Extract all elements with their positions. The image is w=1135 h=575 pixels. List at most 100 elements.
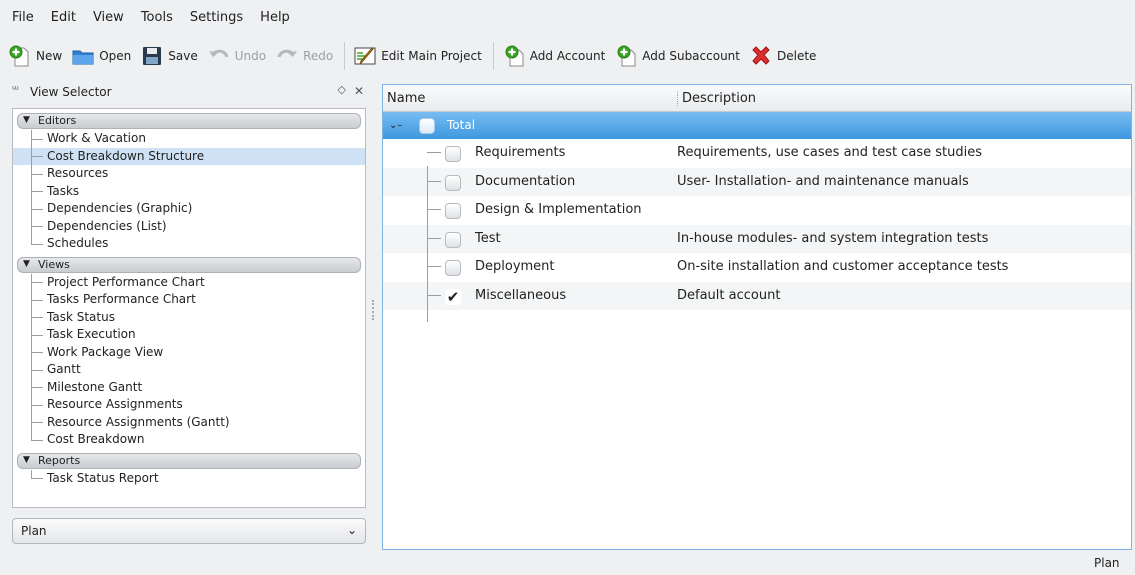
column-header-name[interactable]: Name [387,91,425,106]
toolbar: New Open Save Undo Redo Edit Main Projec… [8,38,1128,74]
view-item[interactable]: Resource Assignments [13,396,365,414]
view-item[interactable]: Cost Breakdown [13,431,365,449]
view-item[interactable]: Schedules [13,235,365,253]
menu-settings[interactable]: Settings [190,10,243,25]
undo-button[interactable]: Undo [207,44,266,68]
view-selector-title: View Selector [30,85,112,99]
row-description: In-house modules- and system integration… [677,230,989,246]
redo-button[interactable]: Redo [275,44,333,68]
row-checkbox[interactable] [445,260,461,276]
undo-icon [207,44,231,68]
pane-splitter-handle[interactable] [372,300,377,320]
plan-combobox[interactable]: Plan ⌄ [12,518,366,544]
row-name: Test [475,230,501,246]
open-button[interactable]: Open [71,44,131,68]
tree-connector-line [427,152,441,153]
row-name: Requirements [475,145,566,160]
view-selector-panel: ᵚ View Selector ◇ ✕ ▼ Editors Work & Vaca… [10,80,368,550]
row-checkbox[interactable] [445,146,461,162]
new-document-icon [8,44,32,68]
collapse-panel-icon[interactable]: ᵚ [12,83,19,96]
view-selector-titlebar: ᵚ View Selector ◇ ✕ [10,80,368,104]
table-row[interactable]: Test In-house modules- and system integr… [383,224,1131,253]
add-subaccount-button[interactable]: Add Subaccount [614,44,740,68]
table-body: ⌄– Total Requirements Requirements, use … [383,112,1131,322]
status-bar-text: Plan [1094,556,1120,570]
chevron-down-icon: ▼ [23,454,30,465]
view-selector-tree: ▼ Editors Work & Vacation Cost Breakdown … [12,108,366,508]
group-views[interactable]: ▼ Views [17,256,361,273]
close-panel-icon[interactable]: ✕ [354,84,364,98]
row-description: User- Installation- and maintenance manu… [677,173,969,189]
row-description: On-site installation and customer accept… [677,259,1009,274]
tree-connector-line [427,181,441,182]
tree-connector-line [427,209,441,210]
table-row[interactable]: Design & Implementation [383,196,1131,225]
view-item[interactable]: Work Package View [13,343,365,362]
new-button-label: New [36,49,63,63]
view-item[interactable]: Resources [13,165,365,183]
view-item[interactable]: Milestone Gantt [13,378,365,397]
group-editors[interactable]: ▼ Editors [17,113,361,129]
new-button[interactable]: New [8,44,62,68]
view-item[interactable]: Tasks [13,182,365,201]
menu-help[interactable]: Help [260,10,290,25]
menu-file[interactable]: File [12,10,34,25]
tree-connector-line [427,266,441,267]
add-account-label: Add Account [529,49,606,63]
row-checkbox[interactable] [445,174,461,191]
table-row-root[interactable]: ⌄– Total [383,112,1131,139]
delete-cross-icon [749,44,773,68]
chevron-down-icon[interactable]: ⌄– [389,112,402,139]
view-item-selected[interactable]: Cost Breakdown Structure [13,147,365,165]
table-row[interactable]: ✔ Miscellaneous Default account [383,281,1131,310]
view-item[interactable]: Dependencies (Graphic) [13,200,365,218]
group-label: Views [38,257,70,271]
row-checkbox-checked[interactable]: ✔ [445,288,461,305]
table-row[interactable]: Deployment On-site installation and cust… [383,253,1131,282]
view-item[interactable]: Gantt [13,361,365,379]
column-header-description[interactable]: Description [677,90,756,106]
edit-main-project-label: Edit Main Project [381,49,482,63]
delete-button[interactable]: Delete [749,44,816,68]
toolbar-separator [492,42,494,70]
view-item[interactable]: Task Execution [13,326,365,344]
view-item[interactable]: Task Status [13,308,365,327]
tree-connector-line [427,166,428,322]
row-checkbox[interactable] [419,118,435,134]
group-reports[interactable]: ▼ Reports [17,452,361,469]
menubar: File Edit View Tools Settings Help [0,0,1135,34]
group-label: Reports [38,453,81,467]
edit-main-project-button[interactable]: Edit Main Project [353,44,482,68]
accounts-tree-table: Name Description ⌄– Total Requirements R… [382,84,1132,550]
table-row[interactable]: Requirements Requirements, use cases and… [383,139,1131,168]
menu-tools[interactable]: Tools [141,10,173,25]
tree-connector-line [427,295,441,296]
view-item[interactable]: Tasks Performance Chart [13,291,365,309]
row-name: Total [447,118,476,132]
menu-edit[interactable]: Edit [51,10,76,25]
view-item[interactable]: Resource Assignments (Gantt) [13,413,365,432]
open-button-label: Open [99,49,132,63]
redo-icon [275,44,299,68]
table-row[interactable]: Documentation User- Installation- and ma… [383,167,1131,196]
view-item[interactable]: Dependencies (List) [13,217,365,236]
menu-view[interactable]: View [93,10,124,25]
row-name: Deployment [475,259,555,274]
chevron-down-icon: ▼ [23,115,30,125]
chevron-down-icon: ⌄ [346,523,357,537]
row-checkbox[interactable] [445,231,461,248]
add-icon [502,44,526,68]
add-account-button[interactable]: Add Account [502,44,606,68]
float-panel-icon[interactable]: ◇ [338,83,346,96]
view-item[interactable]: Task Status Report [13,469,365,488]
row-checkbox[interactable] [445,203,461,219]
view-item[interactable]: Project Performance Chart [13,273,365,292]
redo-button-label: Redo [303,49,334,63]
row-name: Miscellaneous [475,287,567,303]
save-button-label: Save [168,49,198,63]
view-item[interactable]: Work & Vacation [13,130,365,148]
toolbar-separator [344,42,346,70]
save-button[interactable]: Save [140,44,198,68]
add-icon [614,44,638,68]
